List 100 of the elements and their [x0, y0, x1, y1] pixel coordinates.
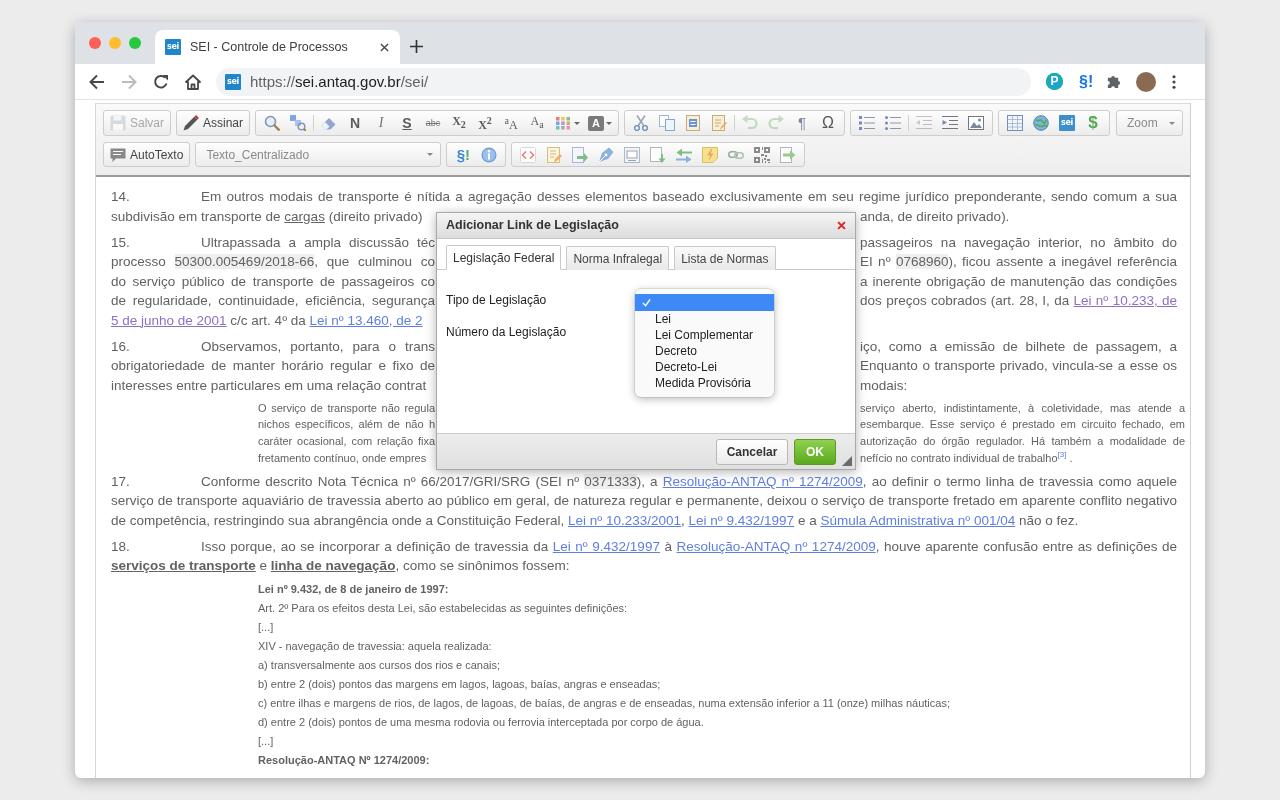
- site-logo: sei: [225, 73, 241, 90]
- info-icon[interactable]: [481, 146, 498, 163]
- eraser-icon[interactable]: [321, 115, 338, 131]
- tab[interactable]: Norma Infralegal: [566, 246, 670, 270]
- quote-text: autorização do órgão regulador. Há também a modalidade de: [860, 433, 1186, 449]
- toolbar-button[interactable]: §!: [455, 142, 472, 167]
- page-pencil-icon[interactable]: [711, 115, 728, 131]
- numbered-list-icon[interactable]: [859, 115, 876, 131]
- resize-grip-icon[interactable]: [842, 456, 852, 466]
- find-replace-icon[interactable]: [290, 115, 307, 131]
- qr-code-icon[interactable]: [754, 146, 771, 163]
- link[interactable]: Lei nº 9.432/1997: [688, 512, 795, 528]
- swap-arrows-icon[interactable]: [676, 146, 693, 163]
- extension-button[interactable]: §!: [1079, 72, 1094, 91]
- autotext-button[interactable]: AutoTexto: [103, 142, 191, 167]
- toolbar-button[interactable]: $^{a}$A: [503, 109, 520, 137]
- avatar-icon[interactable]: [1136, 71, 1157, 92]
- paragraph-text: interesses entre particulares em uma relação contrat: [111, 376, 427, 395]
- quote-text: d) entre 2 (dois) pontos de uma mesma rodovia ou ferrovia interceptada por corpo de água.: [258, 715, 705, 731]
- back-icon[interactable]: [89, 73, 105, 90]
- tab[interactable]: Lista de Normas: [674, 246, 776, 270]
- toolbar-button[interactable]: X$_{2}$: [451, 108, 468, 138]
- address-bar[interactable]: sei https://sei.antaq.gov.br/sei/: [216, 67, 1031, 96]
- toolbar-button[interactable]: S: [399, 111, 416, 135]
- tab[interactable]: Legislação Federal: [446, 245, 562, 270]
- toolbar-button[interactable]: ¶: [794, 111, 811, 135]
- close-icon[interactable]: [380, 42, 389, 52]
- reference-number: 0371333: [584, 473, 637, 489]
- indent-icon[interactable]: [942, 115, 959, 131]
- page-frame-icon[interactable]: [624, 146, 641, 163]
- image-icon[interactable]: [968, 115, 985, 131]
- bulleted-list-icon[interactable]: [885, 115, 902, 131]
- browser-tab[interactable]: sei SEI - Controle de Processos: [155, 30, 400, 64]
- paragraph-text: obrigatoriedade de manter horário regular e fixo de: [111, 357, 436, 375]
- ok-button[interactable]: OK: [794, 438, 836, 465]
- paragraph-text: do serviço público de transporte de passageiros co: [111, 272, 436, 291]
- copy-icon[interactable]: [659, 115, 676, 131]
- table-icon[interactable]: [1007, 115, 1024, 131]
- link[interactable]: Lei nº 9.432/1997: [552, 538, 660, 554]
- dialog-title: Adicionar Link de Legislação: [446, 216, 619, 234]
- link[interactable]: Súmula Administrativa nº 001/04: [820, 512, 1016, 528]
- toolbar-button[interactable]: $: [1085, 111, 1102, 135]
- page-pencil-icon[interactable]: [546, 146, 563, 163]
- sticky-note-icon[interactable]: [702, 146, 719, 163]
- zoom-select[interactable]: Zoom: [1116, 110, 1184, 136]
- page-export-icon[interactable]: [780, 146, 797, 163]
- page-download-icon[interactable]: [650, 146, 667, 163]
- link[interactable]: 5 de junho de 2001: [111, 312, 227, 328]
- home-icon[interactable]: [185, 73, 201, 90]
- tab-title: SEI - Controle de Processos: [190, 40, 349, 54]
- menu-icon[interactable]: [1172, 74, 1177, 89]
- link[interactable]: Lei nº 10.233, de: [1073, 293, 1178, 308]
- puzzle-icon[interactable]: [1106, 74, 1122, 89]
- paragraph-text: EI nº 0768960), ficou assente a inegável referência: [860, 253, 1178, 271]
- paste-page-icon[interactable]: [685, 115, 702, 131]
- reload-icon[interactable]: [153, 73, 169, 90]
- close-icon[interactable]: [837, 221, 846, 230]
- window-close-button[interactable]: [89, 37, 101, 49]
- link[interactable]: Resolução-ANTAQ nº 1274/2009: [662, 473, 863, 489]
- page-arrow-icon[interactable]: [572, 146, 589, 163]
- footnote-link[interactable]: [3]: [1057, 449, 1067, 459]
- window-zoom-button[interactable]: [129, 37, 141, 49]
- style-select[interactable]: Texto_Centralizado: [195, 142, 442, 167]
- dropdown-option[interactable]: Decreto-Lei: [635, 359, 774, 375]
- logo-button[interactable]: sei: [1059, 115, 1076, 131]
- speech-bubble-icon: [110, 146, 126, 163]
- paragraph-text: Enquanto o transporte privado, vincula-se a esse os: [860, 357, 1178, 375]
- quote-text: caráter ocasional, com relação fixa: [258, 433, 436, 449]
- dropdown-option[interactable]: Lei Complementar: [635, 327, 774, 343]
- scissors-icon[interactable]: [633, 115, 650, 131]
- cancel-button[interactable]: Cancelar: [716, 438, 788, 465]
- paragraph-text: de regularidade, continuidade, eficiência, segurança: [111, 292, 436, 310]
- dropdown-option[interactable]: Decreto: [635, 343, 774, 359]
- link[interactable]: Lei nº 13.460, de 2: [309, 312, 423, 328]
- toolbar-button[interactable]: A$_{a}$: [529, 108, 546, 138]
- paragraph-number: 14.: [111, 188, 131, 206]
- text-color-button[interactable]: A: [588, 115, 605, 131]
- dropdown-option[interactable]: Medida Provisória: [635, 375, 774, 391]
- extension-button[interactable]: P: [1046, 73, 1063, 90]
- outdent-icon[interactable]: [916, 115, 933, 131]
- dropdown-option[interactable]: Lei: [635, 311, 774, 327]
- plus-icon[interactable]: [410, 40, 423, 53]
- code-icon[interactable]: [520, 146, 537, 163]
- globe-icon[interactable]: [1033, 115, 1050, 131]
- link[interactable]: Resolução-ANTAQ nº 1274/2009: [676, 538, 876, 554]
- quote-text: esembarque. Esse serviço é prestado em circuito fechado, em: [860, 417, 1186, 433]
- sign-button[interactable]: Assinar: [176, 110, 251, 136]
- quote-text: fretamento contínuo, onde empres: [258, 450, 427, 466]
- toolbar-button[interactable]: abc: [425, 111, 442, 135]
- search-icon[interactable]: [264, 115, 281, 131]
- quote-text: Lei nº 9.432, de 8 de janeiro de 1997:: [258, 582, 450, 598]
- caret-icon[interactable]: [574, 121, 581, 125]
- toolbar-button[interactable]: Ω: [820, 111, 837, 135]
- field-label: Tipo de Legislação: [446, 293, 547, 307]
- toolbar-button[interactable]: I: [373, 111, 390, 135]
- toolbar-button[interactable]: N: [347, 111, 364, 135]
- toolbar-button[interactable]: X$^{2}$: [477, 109, 494, 137]
- color-grid-icon[interactable]: [555, 115, 572, 131]
- caret-icon[interactable]: [606, 121, 613, 125]
- pen-nib-icon[interactable]: [598, 146, 615, 163]
